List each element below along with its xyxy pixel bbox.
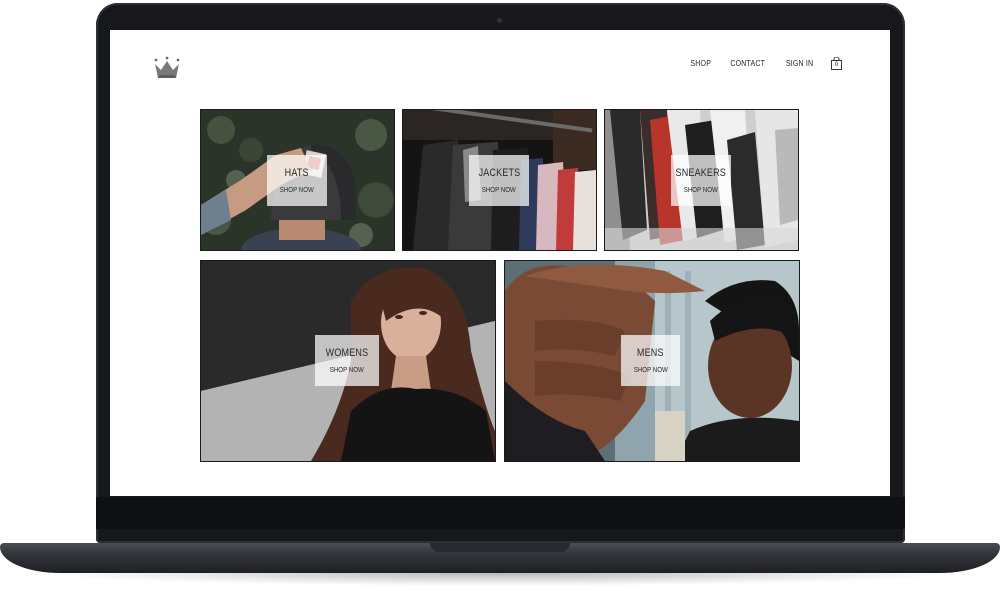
shop-now-link[interactable]: SHOP NOW (330, 365, 364, 374)
webcam (497, 18, 502, 23)
crown-icon[interactable] (153, 56, 181, 80)
shopping-bag-icon[interactable]: 0 (831, 56, 842, 70)
nav-sign-in-link[interactable]: SIGN IN (786, 59, 813, 68)
category-tile-hats[interactable]: HATS SHOP NOW (200, 109, 395, 251)
category-title: HATS (284, 167, 310, 179)
hats-label[interactable]: HATS SHOP NOW (267, 155, 327, 206)
category-tile-jackets[interactable]: JACKETS SHOP NOW (402, 109, 597, 251)
nav-shop-link[interactable]: SHOP (690, 59, 711, 68)
jackets-label[interactable]: JACKETS SHOP NOW (469, 155, 529, 206)
womens-label[interactable]: WOMENS SHOP NOW (315, 335, 379, 386)
sneakers-label[interactable]: SNEAKERS SHOP NOW (671, 155, 731, 206)
mens-label[interactable]: MENS SHOP NOW (621, 335, 680, 386)
category-tile-mens[interactable]: MENS SHOP NOW (504, 260, 800, 462)
laptop-bezel-bottom (96, 497, 905, 529)
nav-contact-link[interactable]: CONTACT (731, 59, 766, 68)
category-title: SNEAKERS (675, 167, 727, 179)
category-tile-womens[interactable]: WOMENS SHOP NOW (200, 260, 496, 462)
shop-now-link[interactable]: SHOP NOW (280, 185, 314, 194)
laptop-notch (430, 543, 570, 552)
shop-now-link[interactable]: SHOP NOW (633, 365, 667, 374)
category-title: MENS (637, 347, 664, 359)
category-title: JACKETS (478, 167, 520, 179)
cart-count: 0 (834, 61, 839, 68)
shop-now-link[interactable]: SHOP NOW (482, 185, 516, 194)
website-screen: SHOP CONTACT SIGN IN 0 HATS SHOP NOW JAC… (110, 30, 890, 496)
category-tile-sneakers[interactable]: SNEAKERS SHOP NOW (604, 109, 799, 251)
header-nav: SHOP CONTACT SIGN IN 0 (689, 56, 842, 70)
category-title: WOMENS (325, 347, 369, 359)
shop-now-link[interactable]: SHOP NOW (684, 185, 718, 194)
